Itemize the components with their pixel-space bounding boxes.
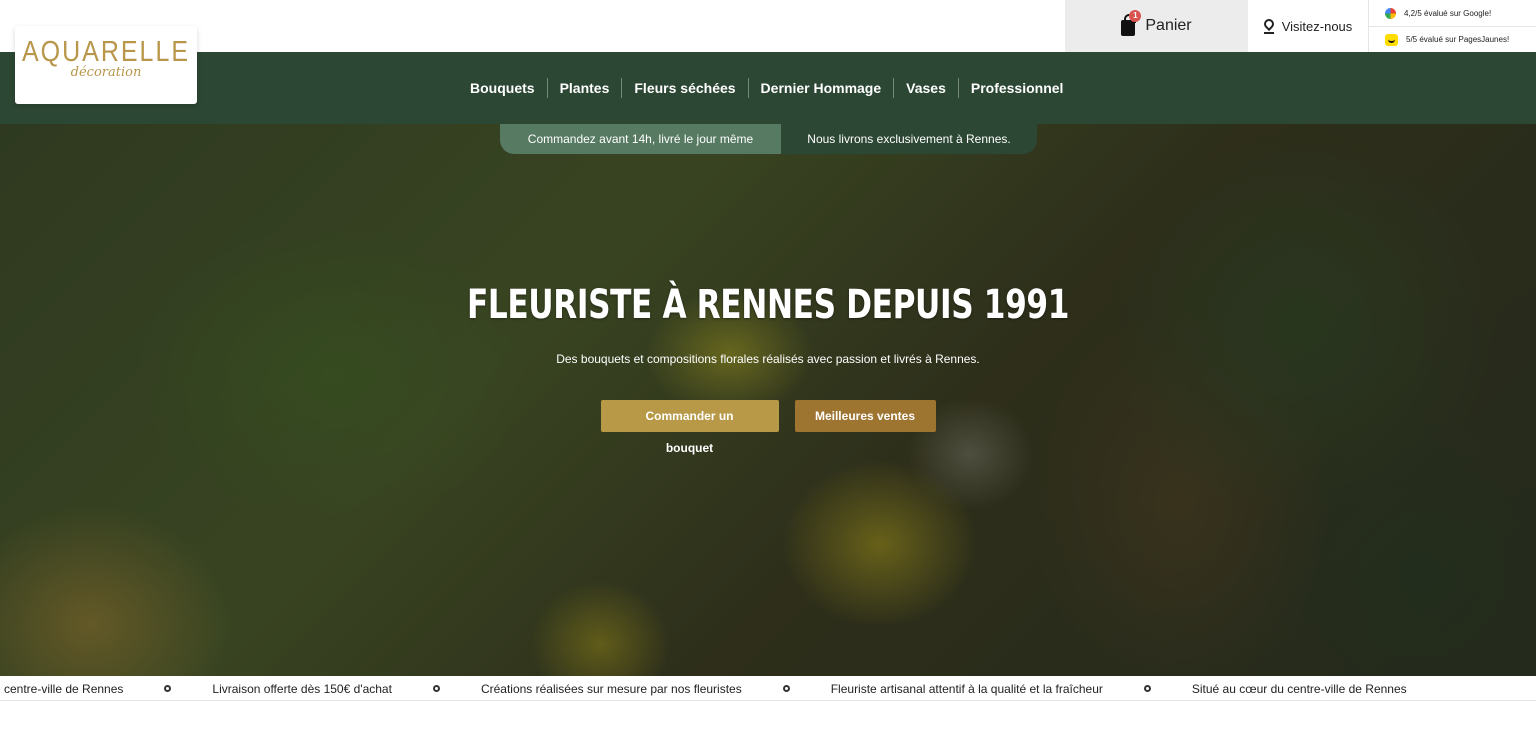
ticker-item: Créations réalisées sur mesure par nos f… — [480, 681, 742, 696]
shopping-bag-icon: 1 — [1121, 10, 1142, 36]
nav-item-vases[interactable]: Vases — [894, 80, 958, 96]
bullet-icon — [164, 685, 172, 692]
cart-label: Panier — [1145, 17, 1192, 34]
map-pin-icon — [1263, 19, 1274, 34]
pagesjaunes-icon — [1385, 33, 1398, 46]
ticker-track: centre-ville de Rennes Livraison offerte… — [4, 676, 1407, 700]
bullet-icon — [782, 685, 790, 692]
order-bouquet-button[interactable]: Commander un bouquet — [600, 400, 779, 455]
nav-item-professionnel[interactable]: Professionnel — [959, 80, 1076, 96]
nav-item-fleurs-sechees[interactable]: Fleurs séchées — [622, 80, 747, 96]
hero-content: Commandez avant 14h, livré le jour même … — [0, 124, 1536, 676]
nav-item-plantes[interactable]: Plantes — [548, 80, 622, 96]
nav-item-dernier-hommage[interactable]: Dernier Hommage — [749, 80, 894, 96]
google-icon — [1385, 7, 1396, 19]
ticker-item: Livraison offerte dès 150€ d'achat — [212, 681, 392, 696]
rennes-delivery-notice: Nous livrons exclusivement à Rennes. — [781, 124, 1037, 154]
hero-subtitle: Des bouquets et compositions florales ré… — [556, 352, 980, 366]
top-bar: 1 Panier Visitez-nous 4,2/5 évalué sur G… — [0, 0, 1536, 52]
nav-menu: Bouquets Plantes Fleurs séchées Dernier … — [458, 52, 1075, 124]
info-ticker: centre-ville de Rennes Livraison offerte… — [0, 676, 1536, 701]
hero-title: FLEURISTE À RENNES DEPUIS 1991 — [466, 282, 1070, 328]
bullet-icon — [1143, 685, 1151, 692]
site-logo[interactable]: AQUARELLE décoration — [15, 26, 197, 104]
logo-brand: AQUARELLE — [21, 35, 191, 69]
same-day-delivery-notice: Commandez avant 14h, livré le jour même — [500, 124, 781, 154]
google-rating-text: 4,2/5 évalué sur Google! — [1404, 8, 1492, 18]
ticker-item: centre-ville de Rennes — [4, 681, 124, 696]
ticker-item: Situé au cœur du centre-ville de Rennes — [1191, 681, 1407, 696]
cart-count-badge: 1 — [1129, 10, 1142, 22]
main-navigation: Bouquets Plantes Fleurs séchées Dernier … — [0, 52, 1536, 124]
cart-button[interactable]: 1 Panier — [1065, 0, 1248, 52]
visit-us-link[interactable]: Visitez-nous — [1248, 0, 1368, 52]
visit-us-label: Visitez-nous — [1281, 18, 1353, 34]
bullet-icon — [432, 685, 440, 692]
google-rating[interactable]: 4,2/5 évalué sur Google! — [1369, 0, 1536, 26]
hero-buttons: Commander un bouquet Meilleures ventes — [0, 400, 1536, 455]
ticker-item: Fleuriste artisanal attentif à la qualit… — [830, 681, 1103, 696]
best-sellers-button[interactable]: Meilleures ventes — [794, 400, 936, 432]
pagesjaunes-rating-text: 5/5 évalué sur PagesJaunes! — [1406, 35, 1510, 44]
nav-item-bouquets[interactable]: Bouquets — [458, 80, 547, 96]
pagesjaunes-rating[interactable]: 5/5 évalué sur PagesJaunes! — [1369, 26, 1536, 52]
ratings-panel: 4,2/5 évalué sur Google! 5/5 évalué sur … — [1368, 0, 1536, 52]
promo-banner: Commandez avant 14h, livré le jour même … — [500, 124, 1037, 154]
hero-banner: Commandez avant 14h, livré le jour même … — [0, 124, 1536, 676]
